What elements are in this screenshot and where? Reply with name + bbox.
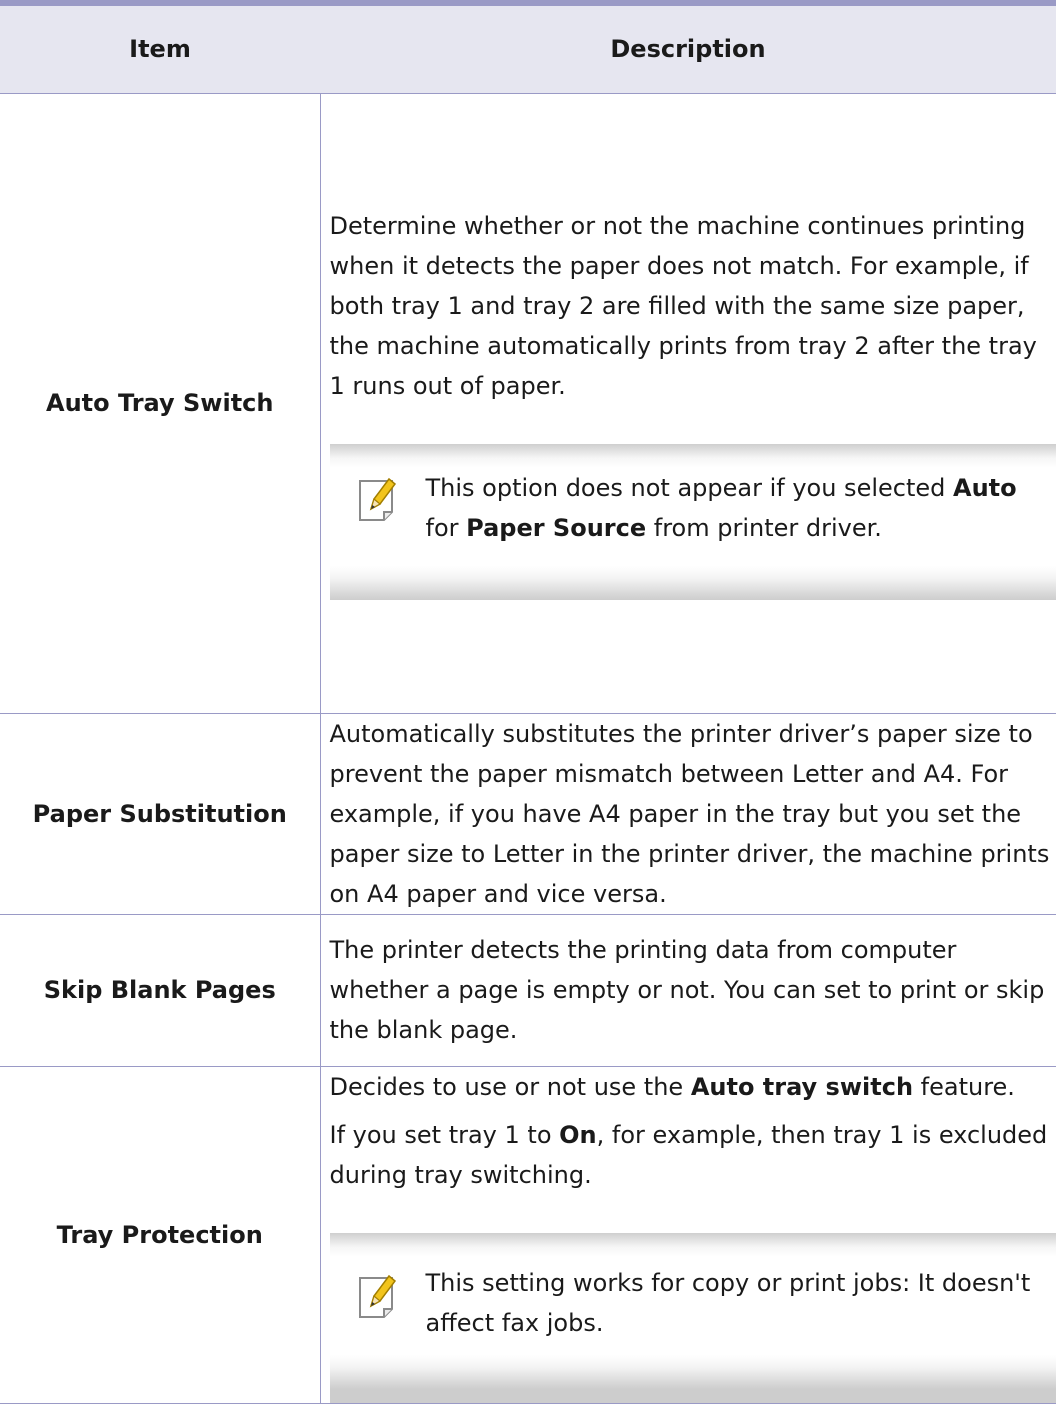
settings-table: Item Description Auto Tray Switch Determ… xyxy=(0,0,1056,1404)
note-box: This option does not appear if you selec… xyxy=(330,444,1056,600)
note-text: This setting works for copy or print job… xyxy=(426,1263,1056,1343)
item-cell: Auto Tray Switch xyxy=(0,93,320,713)
item-cell: Tray Protection xyxy=(0,1066,320,1403)
header-row: Item Description xyxy=(0,3,1056,93)
description-cell: Decides to use or not use the Auto tray … xyxy=(320,1066,1056,1403)
description-text: If you set tray 1 to On, for example, th… xyxy=(330,1115,1056,1195)
table-row: Auto Tray Switch Determine whether or no… xyxy=(0,93,1056,713)
description-cell: The printer detects the printing data fr… xyxy=(320,914,1056,1066)
description-cell: Automatically substitutes the printer dr… xyxy=(320,713,1056,914)
table-row: Paper Substitution Automatically substit… xyxy=(0,713,1056,914)
description-text: The printer detects the printing data fr… xyxy=(330,930,1056,1050)
description-text: Decides to use or not use the Auto tray … xyxy=(330,1067,1056,1107)
column-header-description: Description xyxy=(320,3,1056,93)
description-text: Automatically substitutes the printer dr… xyxy=(330,714,1056,914)
column-header-item: Item xyxy=(0,3,320,93)
item-cell: Skip Blank Pages xyxy=(0,914,320,1066)
description-cell: Determine whether or not the machine con… xyxy=(320,93,1056,713)
note-box: This setting works for copy or print job… xyxy=(330,1233,1056,1403)
table-row: Tray Protection Decides to use or not us… xyxy=(0,1066,1056,1403)
table-row: Skip Blank Pages The printer detects the… xyxy=(0,914,1056,1066)
description-text: Determine whether or not the machine con… xyxy=(330,206,1056,406)
note-pencil-icon xyxy=(356,476,404,524)
note-text: This option does not appear if you selec… xyxy=(426,468,1056,548)
note-pencil-icon xyxy=(356,1273,404,1321)
item-cell: Paper Substitution xyxy=(0,713,320,914)
